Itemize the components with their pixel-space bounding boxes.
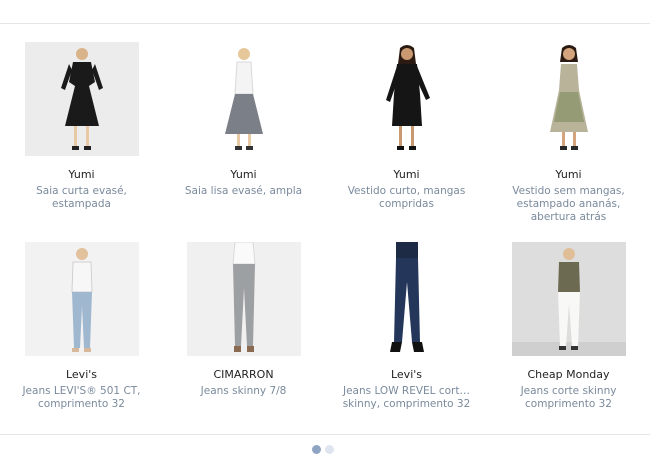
pager-dot-2[interactable] (325, 445, 334, 454)
product-brand: Yumi (230, 168, 257, 181)
product-image-black-long-sleeve-dress[interactable] (349, 42, 464, 156)
product-description: Jeans corte skinny comprimento 32 (520, 385, 617, 410)
product-card[interactable]: CIMARRON Jeans skinny 7/8 (162, 242, 325, 398)
product-brand: Yumi (68, 168, 95, 181)
product-image-dark-skinny-jeans[interactable] (349, 242, 464, 356)
product-brand: Yumi (393, 168, 420, 181)
product-image-black-lace-dress[interactable] (24, 42, 139, 156)
product-card[interactable]: Cheap Monday Jeans corte skinny comprime… (487, 242, 650, 411)
product-description: Vestido sem mangas, estampado ananás, ab… (512, 185, 625, 223)
product-card[interactable]: Yumi Vestido curto, mangas compridas (325, 42, 488, 211)
product-card[interactable]: Yumi Vestido sem mangas, estampado ananá… (487, 42, 650, 224)
product-description: Saia curta evasé, estampada (36, 185, 127, 210)
product-image-grey-skinny-jeans[interactable] (186, 242, 301, 356)
product-brand: Levi's (390, 368, 423, 381)
product-description: Jeans LOW REVEL cort… (343, 385, 470, 397)
pager-dot-1[interactable] (312, 445, 321, 454)
product-card[interactable]: Yumi Saia lisa evasé, ampla (162, 42, 325, 198)
product-brand: CIMARRON (213, 368, 274, 381)
product-image-light-jeans[interactable] (24, 242, 139, 356)
product-image-pineapple-print-dress[interactable] (511, 42, 626, 156)
product-card[interactable]: Levi's Jeans LOW REVEL cort… skinny, com… (325, 242, 488, 411)
product-description-line-2: skinny, comprimento 32 (342, 398, 471, 410)
product-card[interactable]: Yumi Saia curta evasé, estampada (0, 42, 163, 211)
product-description: Saia lisa evasé, ampla (184, 185, 303, 197)
product-image-white-jeans[interactable] (511, 242, 626, 356)
product-brand: Yumi (555, 168, 582, 181)
product-card[interactable]: Levi's Jeans LEVI'S® 501 CT, comprimento… (0, 242, 163, 411)
top-divider (0, 23, 650, 24)
bottom-divider (0, 434, 650, 435)
product-brand: Cheap Monday (527, 368, 610, 381)
product-image-grey-skirt[interactable] (186, 42, 301, 156)
product-carousel-page: Yumi Saia curta evasé, estampada Yumi Sa… (0, 0, 650, 455)
product-description: Jeans skinny 7/8 (200, 385, 287, 397)
product-brand: Levi's (65, 368, 98, 381)
product-description: Vestido curto, mangas compridas (347, 185, 466, 210)
carousel-pager (312, 445, 334, 455)
product-description: Jeans LEVI'S® 501 CT, comprimento 32 (22, 385, 141, 410)
